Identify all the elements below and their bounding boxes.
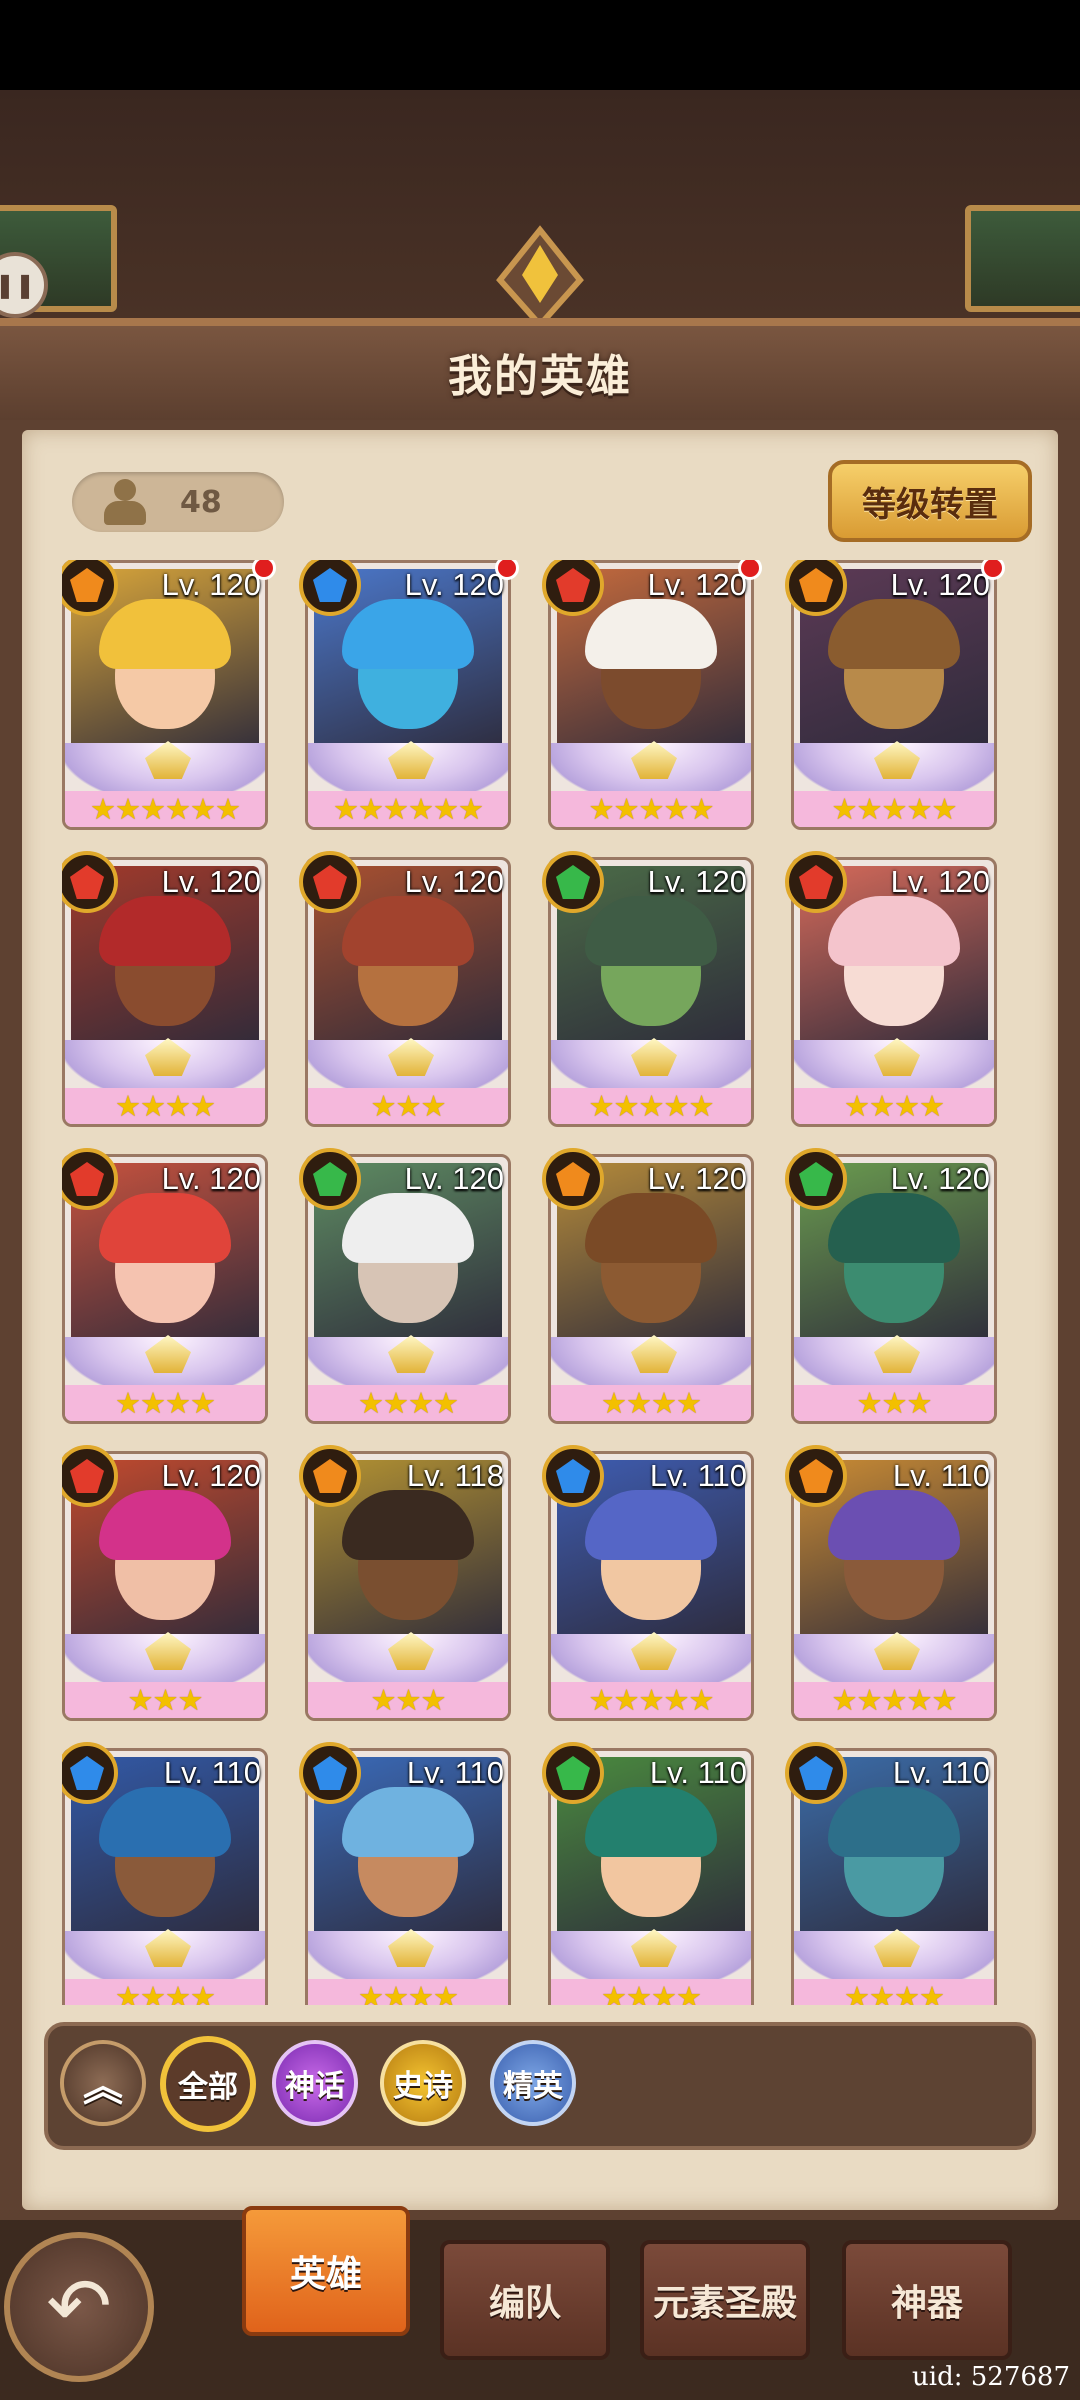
wind-element-icon	[785, 1148, 847, 1210]
earth-element-icon	[785, 1445, 847, 1507]
fire-element-icon	[299, 851, 361, 913]
star-rating: ★★★★	[601, 1980, 702, 2005]
star-rating: ★★★★	[601, 1386, 702, 1420]
star-rating: ★★★	[856, 1386, 933, 1420]
status-bar	[0, 0, 1080, 90]
tab-element-temple[interactable]: 元素圣殿	[640, 2240, 810, 2360]
star-rating: ★★★★	[844, 1980, 945, 2005]
hero-count: 48	[72, 472, 284, 532]
hero-level: Lv. 120	[161, 1161, 261, 1196]
tab-artifact[interactable]: 神器	[842, 2240, 1012, 2360]
water-element-icon	[785, 1742, 847, 1804]
back-button[interactable]: ↶	[4, 2232, 154, 2382]
page-title: 我的英雄	[448, 351, 632, 402]
filter-myth[interactable]: 神话	[272, 2040, 358, 2126]
filter-epic[interactable]: 史诗	[380, 2040, 466, 2126]
tab-team[interactable]: 编队	[440, 2240, 610, 2360]
fire-element-icon	[785, 851, 847, 913]
back-arrow-icon: ↶	[46, 2262, 112, 2352]
hero-level: Lv. 110	[649, 1755, 747, 1790]
hero-level: Lv. 120	[647, 1161, 747, 1196]
person-icon	[102, 479, 148, 525]
hero-level: Lv. 120	[890, 567, 990, 602]
star-rating: ★★★★★	[588, 792, 715, 826]
hero-count-value: 48	[180, 484, 222, 520]
star-rating: ★★★	[370, 1683, 447, 1717]
star-rating: ★★★★	[115, 1089, 216, 1123]
hero-level: Lv. 110	[163, 1755, 261, 1790]
hero-level: Lv. 110	[892, 1458, 990, 1493]
earth-element-icon	[542, 1148, 604, 1210]
notification-dot	[738, 560, 762, 580]
pause-icon: ❚❚	[0, 271, 36, 299]
hero-level: Lv. 110	[649, 1458, 747, 1493]
star-rating: ★★★★	[358, 1386, 459, 1420]
star-rating: ★★★★	[115, 1980, 216, 2005]
hero-level: Lv. 120	[404, 567, 504, 602]
hero-level: Lv. 118	[406, 1458, 504, 1493]
hero-level: Lv. 120	[161, 864, 261, 899]
star-rating: ★★★★	[844, 1089, 945, 1123]
star-rating: ★★★	[127, 1683, 204, 1717]
hero-level: Lv. 110	[892, 1755, 990, 1790]
wind-element-icon	[299, 1148, 361, 1210]
star-rating: ★★★★★	[588, 1089, 715, 1123]
notification-dot	[495, 560, 519, 580]
hero-level: Lv. 120	[647, 864, 747, 899]
star-rating: ★★★★★	[831, 1683, 958, 1717]
filter-all[interactable]: 全部	[160, 2036, 256, 2132]
earth-element-icon	[299, 1445, 361, 1507]
star-rating: ★★★★	[115, 1386, 216, 1420]
hero-grid: Lv. 120 ★★★★★★ Lv. 120 ★★★★★★ Lv. 120 ★★★★★ Lv…	[62, 560, 1022, 2005]
hero-level: Lv. 120	[647, 567, 747, 602]
collapse-button[interactable]: ︽	[60, 2040, 146, 2126]
star-rating: ★★★★★	[588, 1683, 715, 1717]
right-pillar-decoration	[965, 205, 1080, 312]
star-rating: ★★★★	[358, 1980, 459, 2005]
hero-level: Lv. 110	[406, 1755, 504, 1790]
wind-element-icon	[542, 851, 604, 913]
level-transfer-button[interactable]: 等级转置	[828, 460, 1032, 542]
water-element-icon	[299, 1742, 361, 1804]
star-rating: ★★★★★★	[90, 792, 241, 826]
star-rating: ★★★★★	[831, 792, 958, 826]
star-rating: ★★★	[370, 1089, 447, 1123]
tab-heroes[interactable]: 英雄	[242, 2206, 410, 2336]
double-chevron-up-icon: ︽	[83, 2064, 123, 2110]
star-rating: ★★★★★★	[333, 792, 484, 826]
filter-elite[interactable]: 精英	[490, 2040, 576, 2126]
wind-element-icon	[542, 1742, 604, 1804]
hero-level: Lv. 120	[161, 567, 261, 602]
uid-label: uid: 527687	[912, 2362, 1070, 2392]
notification-dot	[981, 560, 1005, 580]
hero-level: Lv. 120	[890, 864, 990, 899]
notification-dot	[252, 560, 276, 580]
hero-level: Lv. 120	[161, 1458, 261, 1493]
water-element-icon	[542, 1445, 604, 1507]
hero-level: Lv. 120	[404, 1161, 504, 1196]
hero-level: Lv. 120	[890, 1161, 990, 1196]
hero-level: Lv. 120	[404, 864, 504, 899]
